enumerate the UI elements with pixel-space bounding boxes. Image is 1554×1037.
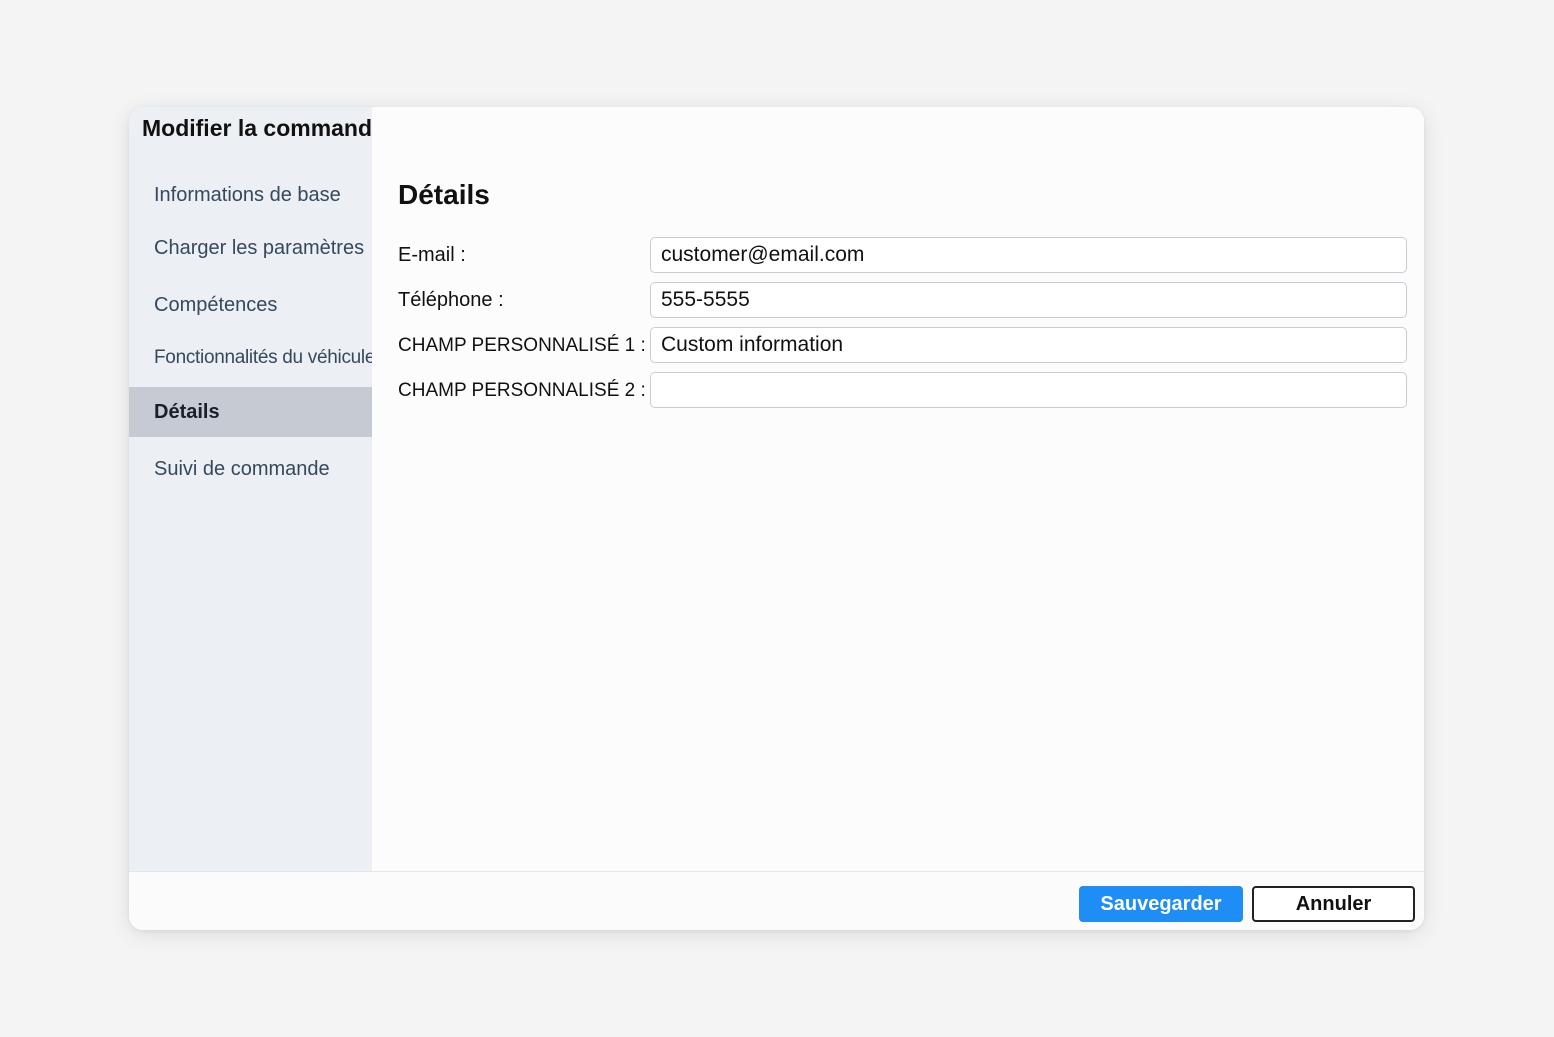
sidebar-item-charger-les-parametres[interactable]: Charger les paramètres (129, 223, 372, 273)
sidebar-item-details[interactable]: Détails (129, 387, 372, 437)
sidebar: Modifier la commande Informations de bas… (129, 107, 385, 871)
custom-field-2-input[interactable] (650, 372, 1407, 408)
dialog-title: Modifier la commande (142, 115, 385, 141)
dialog-footer: Sauvegarder Annuler (129, 871, 1424, 930)
email-field[interactable] (650, 237, 1407, 273)
sidebar-item-fonctionnalites-du-vehicule[interactable]: Fonctionnalités du véhicule (129, 333, 375, 383)
custom-field-1-input[interactable] (650, 327, 1407, 363)
email-label: E-mail : (398, 244, 466, 266)
edit-order-dialog: Modifier la commande Informations de bas… (129, 107, 1424, 930)
cancel-button[interactable]: Annuler (1252, 886, 1415, 922)
custom-field-1-label: CHAMP PERSONNALISÉ 1 : (398, 335, 646, 356)
custom-field-2-label: CHAMP PERSONNALISÉ 2 : (398, 380, 646, 401)
phone-field[interactable] (650, 282, 1407, 318)
save-button[interactable]: Sauvegarder (1079, 886, 1243, 922)
sidebar-item-informations-de-base[interactable]: Informations de base (129, 170, 372, 220)
sidebar-item-suivi-de-commande[interactable]: Suivi de commande (129, 444, 372, 494)
main-panel: Détails E-mail : Téléphone : CHAMP PERSO… (372, 107, 1424, 871)
sidebar-item-competences[interactable]: Compétences (129, 280, 372, 330)
phone-label: Téléphone : (398, 289, 504, 311)
section-title: Détails (398, 179, 490, 210)
